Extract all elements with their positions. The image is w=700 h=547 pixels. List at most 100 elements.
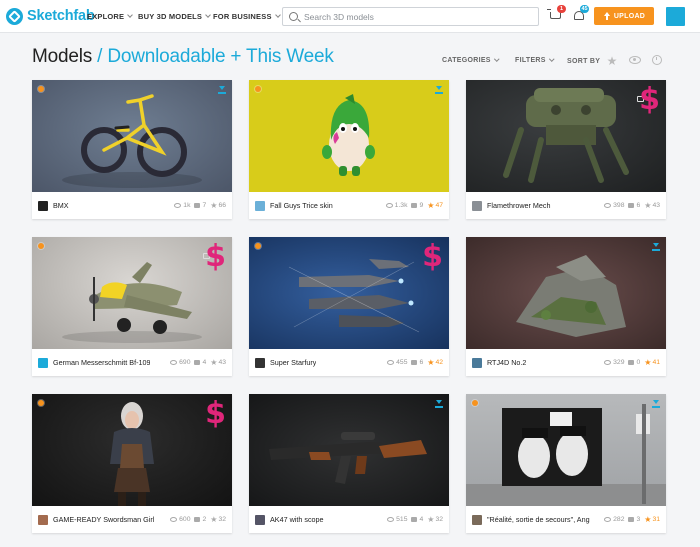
card-footer: GAME-READY Swordsman Girl 600 2 ★ 32 [32,506,232,533]
model-thumbnail[interactable]: $ [32,237,232,349]
download-icon[interactable] [652,243,660,251]
likes-count: 43 [218,359,226,366]
model-title[interactable]: "Réalité, sortie de secours", Ang [487,515,590,524]
search-box[interactable] [282,7,539,26]
nav-explore[interactable]: EXPLORE [87,12,134,21]
filters-dropdown[interactable]: FILTERS [515,56,554,64]
model-thumbnail[interactable]: $ [249,237,449,349]
model-title[interactable]: German Messerschmitt Bf-109 [53,358,150,367]
like-star-icon[interactable]: ★ [427,515,434,524]
upload-button[interactable]: UPLOAD [594,7,654,25]
views-count: 1k [183,202,191,209]
search-input[interactable] [304,11,524,22]
model-title[interactable]: AK47 with scope [270,515,324,524]
card-footer: Super Starfury 455 6 ★ 42 [249,349,449,376]
model-title[interactable]: Fall Guys Trice skin [270,201,333,210]
comments-count: 9 [419,202,424,209]
top-navigation-bar: Sketchfab EXPLORE BUY 3D MODELS FOR BUSI… [0,0,700,33]
model-card[interactable]: $ Super Starfury 455 6 ★ 42 [249,237,449,376]
model-stats: 515 4 ★ 32 [383,515,443,524]
like-star-icon[interactable]: ★ [210,201,217,210]
model-title[interactable]: RTJ4D No.2 [487,358,526,367]
author-avatar[interactable] [38,200,48,211]
like-star-icon[interactable]: ★ [210,515,217,524]
model-title[interactable]: Super Starfury [270,358,316,367]
model-thumbnail[interactable] [32,80,232,192]
like-star-icon[interactable]: ★ [427,201,434,210]
like-star-icon[interactable]: ★ [644,515,651,524]
sketchfab-logo-icon [6,7,23,25]
comments-icon [411,517,418,522]
like-star-icon[interactable]: ★ [210,358,217,367]
model-card[interactable]: BMX 1k 7 ★ 66 [32,80,232,219]
sort-by-likes-star-icon[interactable]: ★ [606,55,618,67]
card-footer: AK47 with scope 515 4 ★ 32 [249,506,449,533]
like-star-icon[interactable]: ★ [427,358,434,367]
model-title[interactable]: Flamethrower Mech [487,201,551,210]
model-thumbnail[interactable] [466,394,666,506]
author-avatar[interactable] [38,514,48,525]
model-card[interactable]: $ GAME-READY Swordsman Girl 600 2 ★ 32 [32,394,232,533]
sort-by-views-eye-icon[interactable] [629,56,641,64]
download-icon[interactable] [218,86,226,94]
author-avatar[interactable] [255,200,265,211]
likes-count: 32 [435,516,443,523]
categories-dropdown[interactable]: CATEGORIES [442,56,499,64]
comments-icon [628,360,635,365]
author-avatar[interactable] [255,357,265,368]
page-title: Models / Downloadable + This Week [32,46,334,68]
comments-icon [628,203,635,208]
staff-pick-icon [255,86,261,92]
views-icon [604,203,612,208]
like-star-icon[interactable]: ★ [644,358,651,367]
bmx-bike-image [62,94,202,188]
model-thumbnail[interactable]: $ [466,80,666,192]
model-title[interactable]: BMX [53,201,69,210]
model-card[interactable]: "Réalité, sortie de secours", Ang 282 3 … [466,394,666,533]
chevron-down-icon [494,56,499,62]
likes-count: 43 [652,202,660,209]
logo-text: Sketchfab [27,8,95,24]
sketchfab-logo[interactable]: Sketchfab [6,7,95,25]
model-thumbnail[interactable] [249,394,449,506]
rtj4d-sculpture-image [516,255,626,337]
model-thumbnail[interactable] [466,237,666,349]
model-card[interactable]: $ Flamethrower Mech 398 6 ★ 43 [466,80,666,219]
comments-count: 7 [202,202,207,209]
views-icon [385,203,393,208]
model-stats: 690 4 ★ 43 [166,358,226,367]
comments-count: 2 [202,516,207,523]
author-avatar[interactable] [472,514,482,525]
sort-by-recent-clock-icon[interactable] [652,55,662,65]
author-avatar[interactable] [38,357,48,368]
model-card[interactable]: Fall Guys Trice skin 1.3k 9 ★ 47 [249,80,449,219]
model-card[interactable]: AK47 with scope 515 4 ★ 32 [249,394,449,533]
like-star-icon[interactable]: ★ [644,201,651,210]
model-card[interactable]: RTJ4D No.2 329 0 ★ 41 [466,237,666,376]
likes-count: 41 [652,359,660,366]
swordsman-girl-image [110,402,154,506]
model-thumbnail[interactable]: $ [32,394,232,506]
download-icon[interactable] [435,400,443,408]
chevron-down-icon [205,12,211,18]
page-title-main: Models [32,46,93,67]
model-title[interactable]: GAME-READY Swordsman Girl [53,515,154,524]
comments-count: 6 [419,359,424,366]
author-avatar[interactable] [255,514,265,525]
comments-icon [194,517,201,522]
author-avatar[interactable] [472,357,482,368]
model-stats: 329 0 ★ 41 [600,358,660,367]
author-avatar[interactable] [472,200,482,211]
paid-model-dollar-icon: $ [639,82,660,117]
cart-button[interactable]: 1 [547,5,566,24]
model-thumbnail[interactable] [249,80,449,192]
nav-for-business[interactable]: FOR BUSINESS [213,12,281,21]
download-icon[interactable] [435,86,443,94]
staff-pick-icon [38,243,44,249]
nav-buy-3d-models[interactable]: BUY 3D MODELS [138,12,211,21]
notifications-button[interactable]: 45 [572,5,589,24]
model-card[interactable]: $ German Messerschmitt Bf-109 690 4 ★ 43 [32,237,232,376]
download-icon[interactable] [652,400,660,408]
user-avatar[interactable] [666,7,685,26]
model-stats: 398 6 ★ 43 [600,201,660,210]
